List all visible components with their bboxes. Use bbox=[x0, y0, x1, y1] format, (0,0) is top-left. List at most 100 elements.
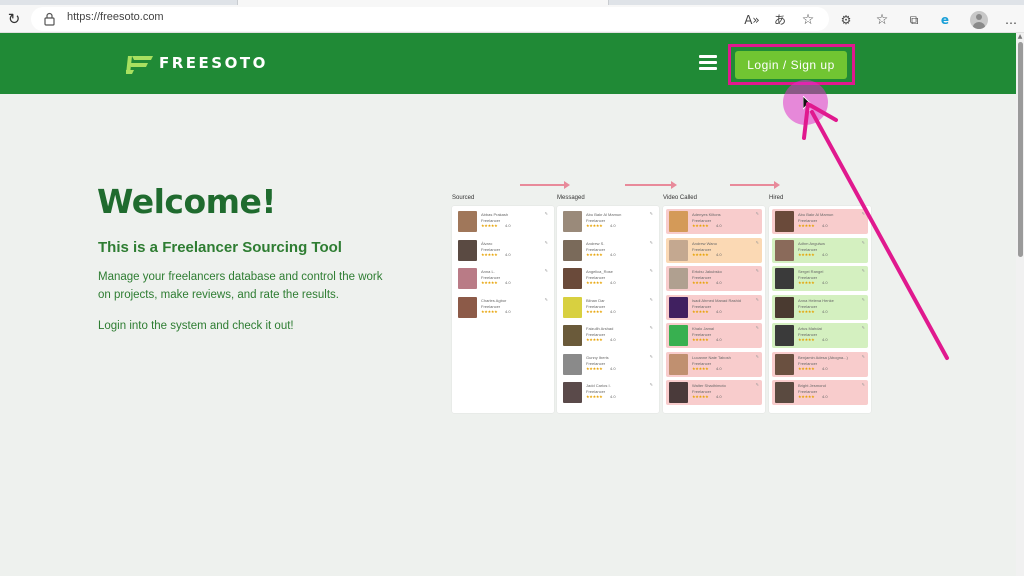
scrollbar-thumb[interactable] bbox=[1018, 42, 1023, 257]
rating-stars-icon: ★★★★★ bbox=[692, 223, 709, 228]
freelancer-card[interactable]: Khalo Jamal Freelancer ★★★★★ 4.0 ✎ bbox=[666, 323, 762, 348]
freelancer-photo bbox=[669, 239, 688, 261]
read-aloud-icon[interactable]: A» bbox=[744, 12, 760, 28]
edit-icon[interactable]: ✎ bbox=[650, 382, 653, 387]
profile-avatar[interactable] bbox=[970, 11, 988, 29]
freelancer-photo bbox=[669, 296, 688, 318]
freelancer-card[interactable]: Bilnan Dar Freelancer ★★★★★ 4.0 ✎ bbox=[560, 294, 656, 320]
edit-icon[interactable]: ✎ bbox=[650, 268, 653, 273]
freelancer-name: Charles Agbor bbox=[481, 297, 507, 303]
freelancer-rating: 4.0 bbox=[610, 394, 616, 399]
edit-icon[interactable]: ✎ bbox=[545, 297, 548, 302]
freelancer-name: Gunny Iberis bbox=[586, 354, 609, 360]
rating-stars-icon: ★★★★★ bbox=[692, 365, 709, 371]
lock-icon[interactable] bbox=[44, 12, 55, 26]
collections-icon[interactable]: ⧉ bbox=[906, 12, 922, 28]
translate-icon[interactable]: あ bbox=[772, 12, 788, 28]
kanban-column-title: Video Called bbox=[663, 195, 697, 201]
edit-icon[interactable]: ✎ bbox=[545, 211, 548, 216]
edit-icon[interactable]: ✎ bbox=[650, 240, 653, 245]
edit-icon[interactable]: ✎ bbox=[756, 240, 759, 245]
freelancer-card[interactable]: Abu Bakr Al Mamun Freelancer ★★★★★ 4.0 ✎ bbox=[560, 209, 656, 234]
freelancer-photo bbox=[669, 382, 688, 403]
freelancer-photo bbox=[669, 268, 688, 289]
edit-icon[interactable]: ✎ bbox=[756, 382, 759, 387]
extensions-icon[interactable]: ⚙ bbox=[838, 12, 854, 28]
freelancer-name: Khalo Jamal bbox=[692, 326, 715, 331]
edit-icon[interactable]: ✎ bbox=[650, 325, 653, 330]
freelancer-photo bbox=[458, 296, 477, 318]
freelancer-card[interactable]: Andrew S. Freelancer ★★★★★ 4.0 ✎ bbox=[560, 237, 656, 263]
rating-stars-icon: ★★★★★ bbox=[692, 280, 709, 285]
freelancer-name: Álvaro bbox=[481, 240, 493, 246]
flow-arrow-icon bbox=[520, 181, 570, 189]
freesoto-logo-icon[interactable] bbox=[126, 55, 154, 74]
edit-icon[interactable]: ✎ bbox=[650, 354, 653, 359]
rating-stars-icon: ★★★★★ bbox=[586, 280, 603, 285]
freelancer-rating: 4.0 bbox=[822, 394, 828, 399]
edit-icon[interactable]: ✎ bbox=[756, 325, 759, 330]
freelancer-card[interactable]: Walter Shadhimoto Freelancer ★★★★★ 4.0 ✎ bbox=[666, 380, 762, 405]
login-signup-button[interactable]: Login / Sign up bbox=[735, 51, 847, 79]
freelancer-card[interactable]: Álvaro Freelancer ★★★★★ 4.0 ✎ bbox=[455, 237, 551, 263]
edit-icon[interactable]: ✎ bbox=[650, 211, 653, 216]
freelancer-rating: 4.0 bbox=[716, 365, 722, 371]
freelancer-name: Walter Shadhimoto bbox=[692, 383, 726, 388]
edit-icon[interactable]: ✎ bbox=[756, 297, 759, 302]
freelancer-card[interactable]: Faizullh Arshad Freelancer ★★★★★ 4.0 ✎ bbox=[560, 323, 656, 348]
freelancer-name: Andrew Wano bbox=[692, 240, 717, 246]
freelancer-rating: 4.0 bbox=[822, 365, 828, 371]
more-icon[interactable]: … bbox=[1003, 12, 1019, 28]
edit-icon[interactable]: ✎ bbox=[650, 297, 653, 302]
reload-icon[interactable]: ↻ bbox=[4, 9, 24, 29]
kanban-column: Adenyes Kiltons Freelancer ★★★★★ 4.0 ✎ Andrew… bbox=[663, 206, 765, 413]
site-header: FREESOTO Login / Sign up bbox=[0, 33, 1016, 94]
freelancer-rating: 4.0 bbox=[610, 365, 616, 371]
rating-stars-icon: ★★★★★ bbox=[586, 308, 603, 314]
kanban-column-title: Hired bbox=[769, 195, 784, 201]
favorite-star-icon[interactable]: ☆ bbox=[800, 12, 816, 28]
hamburger-menu-icon[interactable] bbox=[699, 55, 717, 71]
freelancer-card[interactable]: Angelica_Rose Freelancer ★★★★★ 4.0 ✎ bbox=[560, 266, 656, 291]
edit-icon[interactable]: ✎ bbox=[545, 268, 548, 273]
freelancer-card[interactable]: Gunny Iberis Freelancer ★★★★★ 4.0 ✎ bbox=[560, 351, 656, 377]
freelancer-card[interactable]: Andrew Wano Freelancer ★★★★★ 4.0 ✎ bbox=[666, 237, 762, 263]
freelancer-photo bbox=[563, 268, 582, 289]
hero-cta: Login into the system and check it out! bbox=[98, 320, 294, 332]
freelancer-name: Faizullh Arshad bbox=[586, 326, 614, 331]
freelancer-card[interactable]: Adenyes Kiltons Freelancer ★★★★★ 4.0 ✎ bbox=[666, 209, 762, 234]
freelancer-rating: 4.0 bbox=[716, 280, 722, 285]
scroll-up-icon[interactable]: ▲ bbox=[1017, 34, 1023, 40]
freelancer-card[interactable]: Isadi Ahmed Manad Rashid Freelancer ★★★★★ 4… bbox=[666, 294, 762, 320]
url-text[interactable]: https://freesoto.com bbox=[67, 11, 164, 23]
freelancer-rating: 4.0 bbox=[610, 280, 616, 285]
freelancer-card[interactable]: Anna L. Freelancer ★★★★★ 4.0 ✎ bbox=[455, 266, 551, 291]
edit-icon[interactable]: ✎ bbox=[756, 354, 759, 359]
freelancer-photo bbox=[458, 211, 477, 232]
freelancer-card[interactable]: Ertobu Jakubsko Freelancer ★★★★★ 4.0 ✎ bbox=[666, 266, 762, 291]
rating-stars-icon: ★★★★★ bbox=[481, 308, 498, 314]
freelancer-photo bbox=[563, 382, 582, 403]
freelancer-card[interactable]: Abbas Prakash Freelancer ★★★★★ 4.0 ✎ bbox=[455, 209, 551, 234]
freelancer-rating: 4.0 bbox=[610, 337, 616, 342]
freelancer-photo bbox=[563, 325, 582, 346]
flow-arrow-icon bbox=[730, 181, 780, 189]
freelancer-card[interactable]: Bright Jesmond Freelancer ★★★★★ 4.0 ✎ bbox=[772, 380, 868, 405]
freelancer-card[interactable]: Lucanne Nate Tabosh Freelancer ★★★★★ 4.0 ✎ bbox=[666, 351, 762, 377]
edit-icon[interactable]: ✎ bbox=[756, 268, 759, 273]
freelancer-card[interactable]: Jadd Carlos I. Freelancer ★★★★★ 4.0 ✎ bbox=[560, 380, 656, 405]
freelancer-photo bbox=[563, 211, 582, 232]
freelancer-rating: 4.0 bbox=[716, 337, 722, 342]
hero-description: Manage your freelancers database and con… bbox=[98, 271, 383, 301]
freelancer-photo bbox=[458, 239, 477, 261]
freelancer-card[interactable]: Charles Agbor Freelancer ★★★★★ 4.0 ✎ bbox=[455, 294, 551, 320]
address-bar: ↻ https://freesoto.com A» あ ☆ ⚙ ☆ ⧉ e … bbox=[0, 5, 1024, 33]
logo-text[interactable]: FREESOTO bbox=[159, 54, 268, 72]
welcome-title: Welcome! bbox=[97, 182, 276, 221]
edit-icon[interactable]: ✎ bbox=[545, 240, 548, 245]
kanban-column: Abu Bakr Al Mamun Freelancer ★★★★★ 4.0 ✎ Andr… bbox=[557, 206, 659, 413]
favorites-icon[interactable]: ☆ bbox=[874, 12, 890, 28]
edit-icon[interactable]: ✎ bbox=[862, 382, 865, 387]
copilot-icon[interactable]: e bbox=[937, 12, 953, 28]
edit-icon[interactable]: ✎ bbox=[756, 211, 759, 216]
